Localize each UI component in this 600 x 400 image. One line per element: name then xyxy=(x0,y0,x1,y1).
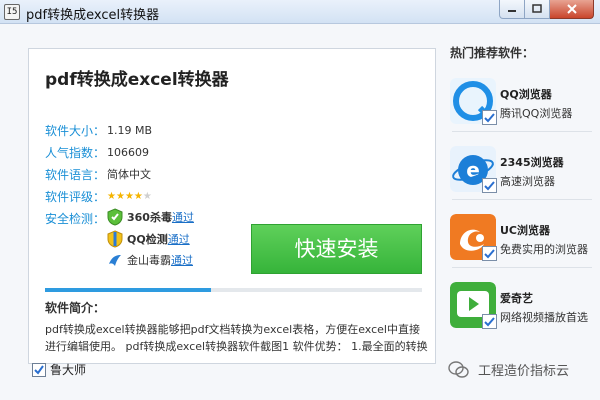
window-title: pdf转换成excel转换器 xyxy=(26,8,160,23)
ludashi-label: 鲁大师 xyxy=(50,363,87,377)
close-icon xyxy=(566,4,577,14)
software-panel: pdf转换成excel转换器 软件大小： 1.19 MB 人气指数： 10660… xyxy=(28,48,436,364)
watermark: 工程造价指标云 xyxy=(448,360,569,379)
recommend-item-uc-browser[interactable]: UC浏览器 免费实用的浏览器 xyxy=(448,208,594,268)
security-vendor: QQ检测 xyxy=(127,233,168,246)
software-title: pdf转换成excel转换器 xyxy=(45,70,229,90)
security-pass-link[interactable]: 通过 xyxy=(171,252,193,268)
recommend-checkbox[interactable] xyxy=(482,110,497,125)
star-icon: ★ xyxy=(124,190,134,202)
app-icon: I5 xyxy=(4,4,20,20)
security-label: 安全检测： xyxy=(45,211,106,226)
ludashi-option[interactable]: 鲁大师 xyxy=(32,361,86,378)
watermark-text: 工程造价指标云 xyxy=(478,364,570,379)
ludashi-checkbox[interactable] xyxy=(32,362,46,377)
info-popularity: 人气指数： 106609 xyxy=(45,143,149,161)
info-value: 106609 xyxy=(107,145,149,159)
star-icon: ★ xyxy=(107,190,116,202)
info-value: 1.19 MB xyxy=(107,123,153,137)
wechat-icon xyxy=(448,360,469,378)
recommend-name: 爱奇艺 xyxy=(500,292,533,305)
info-size: 软件大小： 1.19 MB xyxy=(45,121,152,139)
info-label: 人气指数： xyxy=(45,145,106,160)
recommend-name: QQ浏览器 xyxy=(500,88,552,101)
info-rating: 软件评级： ★★★★★ xyxy=(45,187,152,205)
window-controls xyxy=(499,0,594,20)
window-titlebar: I5 pdf转换成excel转换器 xyxy=(0,0,600,24)
checkmark-icon xyxy=(484,317,495,327)
minimize-button[interactable] xyxy=(499,0,525,19)
security-kingsoft: 金山毒霸 通过 xyxy=(107,252,193,268)
info-label: 软件语言： xyxy=(45,167,106,182)
360-shield-icon xyxy=(107,208,123,226)
recommend-desc: 腾讯QQ浏览器 xyxy=(500,107,573,120)
minimize-icon xyxy=(508,10,516,12)
kingsoft-icon xyxy=(109,255,121,266)
recommend-name: 2345浏览器 xyxy=(500,156,564,169)
recommend-desc: 网络视频播放首选 xyxy=(500,311,588,324)
recommend-checkbox[interactable] xyxy=(482,178,497,193)
info-label: 软件评级： xyxy=(45,189,106,204)
rating-stars: ★★★★★ xyxy=(107,191,152,202)
recommend-item-iqiyi[interactable]: 爱奇艺 网络视频播放首选 xyxy=(448,276,594,336)
qq-shield-icon xyxy=(107,230,123,248)
security-pass-link[interactable]: 通过 xyxy=(168,231,190,247)
info-label: 软件大小： xyxy=(45,123,106,138)
installer-body: pdf转换成excel转换器 软件大小： 1.19 MB 人气指数： 10660… xyxy=(0,24,600,400)
star-icon: ★ xyxy=(133,190,143,202)
recommend-checkbox[interactable] xyxy=(482,246,497,261)
recommend-title: 热门推荐软件： xyxy=(450,46,535,60)
maximize-button[interactable] xyxy=(525,0,550,19)
info-language: 软件语言： 简体中文 xyxy=(45,165,151,183)
security-vendor: 360杀毒 xyxy=(127,211,172,224)
recommend-desc: 免费实用的浏览器 xyxy=(500,243,588,256)
progress-bar xyxy=(45,288,422,292)
security-pass-link[interactable]: 通过 xyxy=(172,209,194,225)
intro-heading: 软件简介： xyxy=(45,301,106,315)
divider xyxy=(452,267,592,268)
recommend-checkbox[interactable] xyxy=(482,314,497,329)
security-vendor: 金山毒霸 xyxy=(127,254,171,267)
checkmark-icon xyxy=(484,113,495,123)
checkmark-icon xyxy=(484,181,495,191)
star-icon: ★ xyxy=(142,190,152,202)
security-360: 360杀毒 通过 xyxy=(107,208,194,226)
security-row: 安全检测： xyxy=(45,209,107,227)
info-value: 简体中文 xyxy=(107,168,151,181)
star-icon: ★ xyxy=(115,190,125,202)
checkmark-icon xyxy=(34,364,44,375)
divider xyxy=(452,131,592,132)
recommend-item-2345-browser[interactable]: e 2345浏览器 高速浏览器 xyxy=(448,140,594,200)
recommend-name: UC浏览器 xyxy=(500,224,551,237)
intro-description: pdf转换成excel转换器能够把pdf文档转换为excel表格，方便在exce… xyxy=(45,323,428,353)
checkmark-icon xyxy=(484,249,495,259)
security-qq: QQ检测 通过 xyxy=(107,230,190,248)
quick-install-button[interactable]: 快速安装 xyxy=(251,224,422,274)
maximize-icon xyxy=(532,4,542,13)
divider xyxy=(452,199,592,200)
close-button[interactable] xyxy=(550,0,594,19)
progress-fill xyxy=(45,288,211,292)
recommend-desc: 高速浏览器 xyxy=(500,175,555,188)
recommend-item-qq-browser[interactable]: QQ浏览器 腾讯QQ浏览器 xyxy=(448,72,594,132)
